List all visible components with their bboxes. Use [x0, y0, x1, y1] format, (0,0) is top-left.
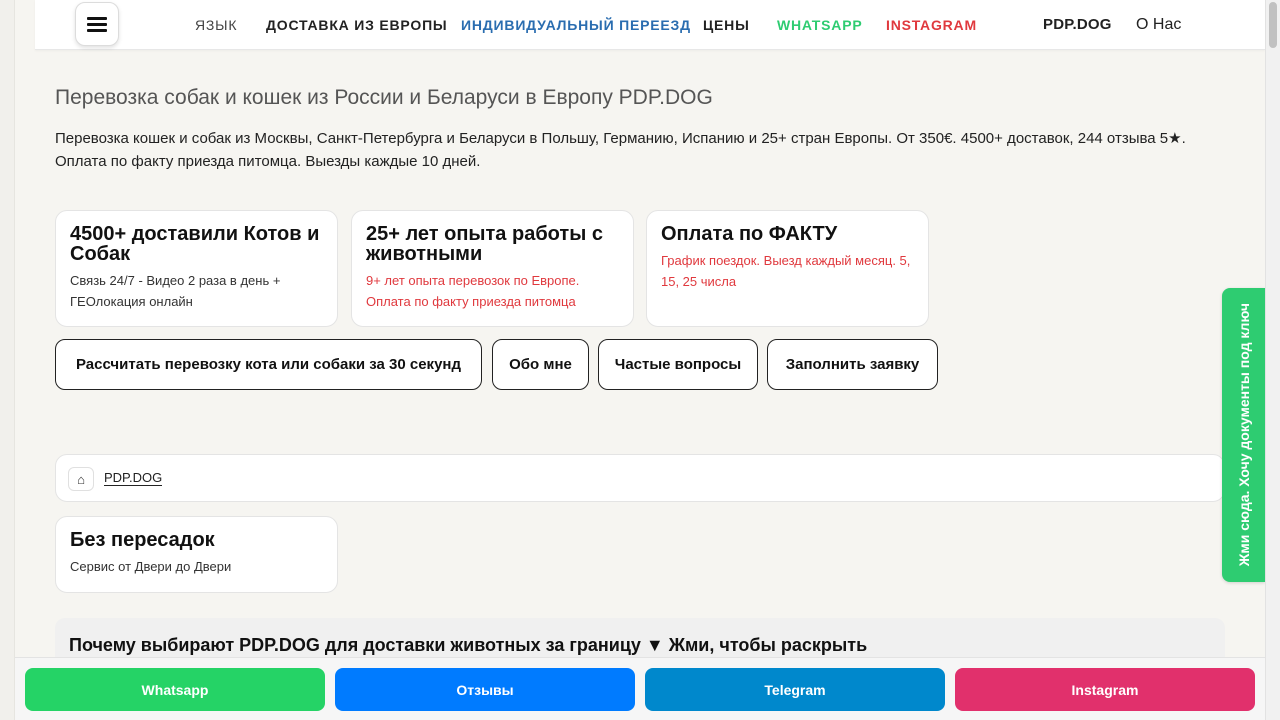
hamburger-menu-icon: [87, 17, 107, 32]
feature-card-text: Сервис от Двери до Двери: [70, 559, 232, 574]
nav-link-whatsapp[interactable]: WHATSAPP: [777, 17, 862, 33]
instagram-button[interactable]: Instagram: [955, 668, 1255, 711]
page-description: Перевозка кошек и собак из Москвы, Санкт…: [55, 130, 1186, 170]
nav-brand-link[interactable]: PDP.DOG: [1043, 16, 1112, 33]
feature-card-no-transfers: Без пересадок Сервис от Двери до Двери: [55, 516, 338, 593]
info-card-deliveries: 4500+ доставили Котов и Собак Связь 24/7…: [55, 210, 338, 327]
faq-button[interactable]: Частые вопросы: [598, 339, 758, 390]
page-title: Перевозка собак и кошек из России и Бела…: [55, 86, 713, 109]
info-card-payment: Оплата по ФАКТУ График поездок. Выезд ка…: [646, 210, 929, 327]
nav-link-prices[interactable]: ЦЕНЫ: [703, 17, 750, 33]
home-icon[interactable]: ⌂: [68, 467, 94, 491]
info-card-title: 4500+ доставили Котов и Собак: [70, 223, 320, 265]
page-left-margin: [0, 0, 15, 720]
info-card-title: 25+ лет опыта работы с животными: [366, 223, 603, 265]
fill-application-button[interactable]: Заполнить заявку: [767, 339, 938, 390]
nav-link-language[interactable]: ЯЗЫК: [195, 17, 237, 33]
calculate-transport-button[interactable]: Рассчитать перевозку кота или собаки за …: [55, 339, 482, 390]
breadcrumb: ⌂ PDP.DOG: [55, 454, 1225, 502]
info-card-text: График поездок. Выезд каждый месяц. 5, 1…: [661, 253, 911, 289]
scrollbar-thumb[interactable]: [1269, 2, 1277, 48]
info-card-experience: 25+ лет опыта работы с животными 9+ лет …: [351, 210, 634, 327]
whatsapp-button[interactable]: Whatsapp: [25, 668, 325, 711]
breadcrumb-link-current[interactable]: PDP.DOG: [104, 470, 163, 486]
documents-side-tab[interactable]: Жми сюда. Хочу документы под ключ: [1222, 288, 1265, 582]
top-navigation: ЯЗЫК ДОСТАВКА ИЗ ЕВРОПЫ ИНДИВИДУАЛЬНЫЙ П…: [35, 0, 1265, 50]
nav-link-delivery-from-europe[interactable]: ДОСТАВКА ИЗ ЕВРОПЫ: [266, 17, 447, 33]
nav-link-instagram[interactable]: INSTAGRAM: [886, 17, 977, 33]
reviews-button[interactable]: Отзывы: [335, 668, 635, 711]
why-choose-accordion-label[interactable]: Почему выбирают PDP.DOG для доставки жив…: [69, 635, 867, 656]
about-me-button[interactable]: Обо мне: [492, 339, 589, 390]
nav-link-individual-relocation[interactable]: ИНДИВИДУАЛЬНЫЙ ПЕРЕЕЗД: [461, 17, 691, 33]
documents-side-tab-label: Жми сюда. Хочу документы под ключ: [1235, 303, 1252, 567]
telegram-button[interactable]: Telegram: [645, 668, 945, 711]
page-scrollbar[interactable]: [1265, 0, 1280, 720]
info-card-text: 9+ лет опыта перевозок по Европе. Оплата…: [366, 273, 580, 309]
bottom-contact-bar: Whatsapp Отзывы Telegram Instagram: [15, 657, 1265, 720]
info-card-text: Связь 24/7 - Видео 2 раза в день + ГЕОло…: [70, 273, 281, 309]
feature-card-title: Без пересадок: [70, 529, 215, 551]
menu-button[interactable]: [75, 2, 119, 46]
nav-link-about[interactable]: О Нас: [1136, 16, 1181, 34]
info-card-title: Оплата по ФАКТУ: [661, 223, 838, 245]
